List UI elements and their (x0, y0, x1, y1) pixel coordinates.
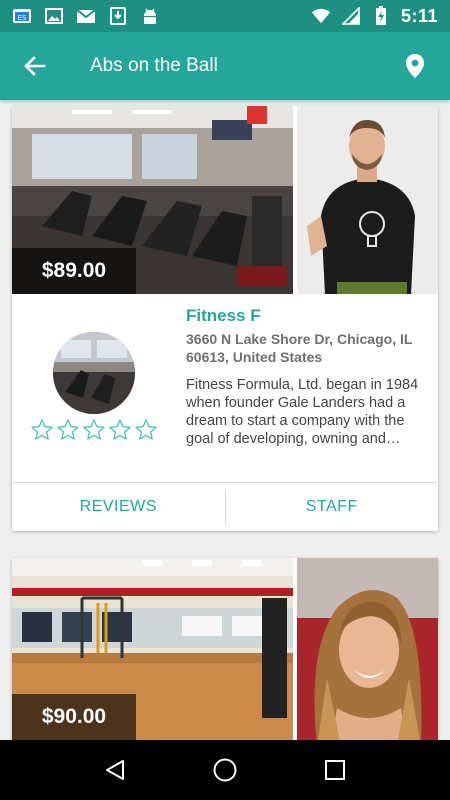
arrow-back-icon (24, 56, 46, 76)
app-bar: Abs on the Ball (0, 32, 450, 100)
back-button[interactable] (0, 32, 70, 100)
gym-name[interactable]: Fitness F (186, 306, 261, 326)
star-outline-icon[interactable] (134, 418, 158, 442)
back-triangle-icon (106, 760, 124, 780)
star-outline-icon[interactable] (56, 418, 80, 442)
gym-description: Fitness Formula, Ltd. began in 1984 when… (186, 377, 419, 447)
gym-list[interactable]: $89.00 Fitness F 3660 N Lake Shore Dr, C… (0, 100, 450, 740)
star-outline-icon[interactable] (82, 418, 106, 442)
gym-avatar[interactable] (53, 332, 135, 414)
photo-row: $90.00 (12, 558, 438, 740)
es-file-icon: ES (12, 6, 32, 26)
svg-text:ES: ES (18, 14, 27, 22)
gym-photo[interactable]: $90.00 (12, 558, 293, 740)
signal-icon (341, 6, 361, 26)
trainer-photo[interactable] (297, 106, 438, 294)
gym-photo[interactable]: $89.00 (12, 106, 293, 294)
wifi-icon (311, 6, 331, 26)
gym-card[interactable]: $89.00 Fitness F 3660 N Lake Shore Dr, C… (12, 106, 438, 531)
photo-row: $89.00 (12, 106, 438, 294)
image-icon (44, 6, 64, 26)
staff-button[interactable]: STAFF (226, 483, 439, 531)
battery-charging-icon (371, 6, 391, 26)
system-nav-bar (0, 740, 450, 800)
home-circle-icon (213, 758, 237, 782)
location-button[interactable] (380, 32, 450, 100)
page-title: Abs on the Ball (90, 55, 218, 76)
recents-square-icon (325, 760, 345, 780)
nav-recents-button[interactable] (310, 745, 360, 795)
price-tag: $90.00 (12, 694, 136, 740)
star-outline-icon[interactable] (108, 418, 132, 442)
download-icon (108, 6, 128, 26)
price-tag: $89.00 (12, 248, 136, 294)
rating-stars[interactable] (30, 418, 158, 442)
card-actions: REVIEWS STAFF (12, 482, 438, 531)
nav-home-button[interactable] (200, 745, 250, 795)
trainer-photo[interactable] (297, 558, 438, 740)
reviews-button[interactable]: REVIEWS (12, 483, 225, 531)
location-pin-icon (406, 54, 424, 78)
status-time: 5:11 (400, 5, 438, 26)
android-icon (140, 6, 160, 26)
gmail-icon (76, 6, 96, 26)
gym-info: Fitness F 3660 N Lake Shore Dr, Chicago,… (12, 294, 438, 482)
gym-card[interactable]: $90.00 (12, 558, 438, 740)
nav-back-button[interactable] (90, 745, 140, 795)
star-outline-icon[interactable] (30, 418, 54, 442)
status-bar: ES 5:11 (0, 0, 450, 32)
gym-address: 3660 N Lake Shore Dr, Chicago, IL 60613,… (186, 331, 413, 365)
